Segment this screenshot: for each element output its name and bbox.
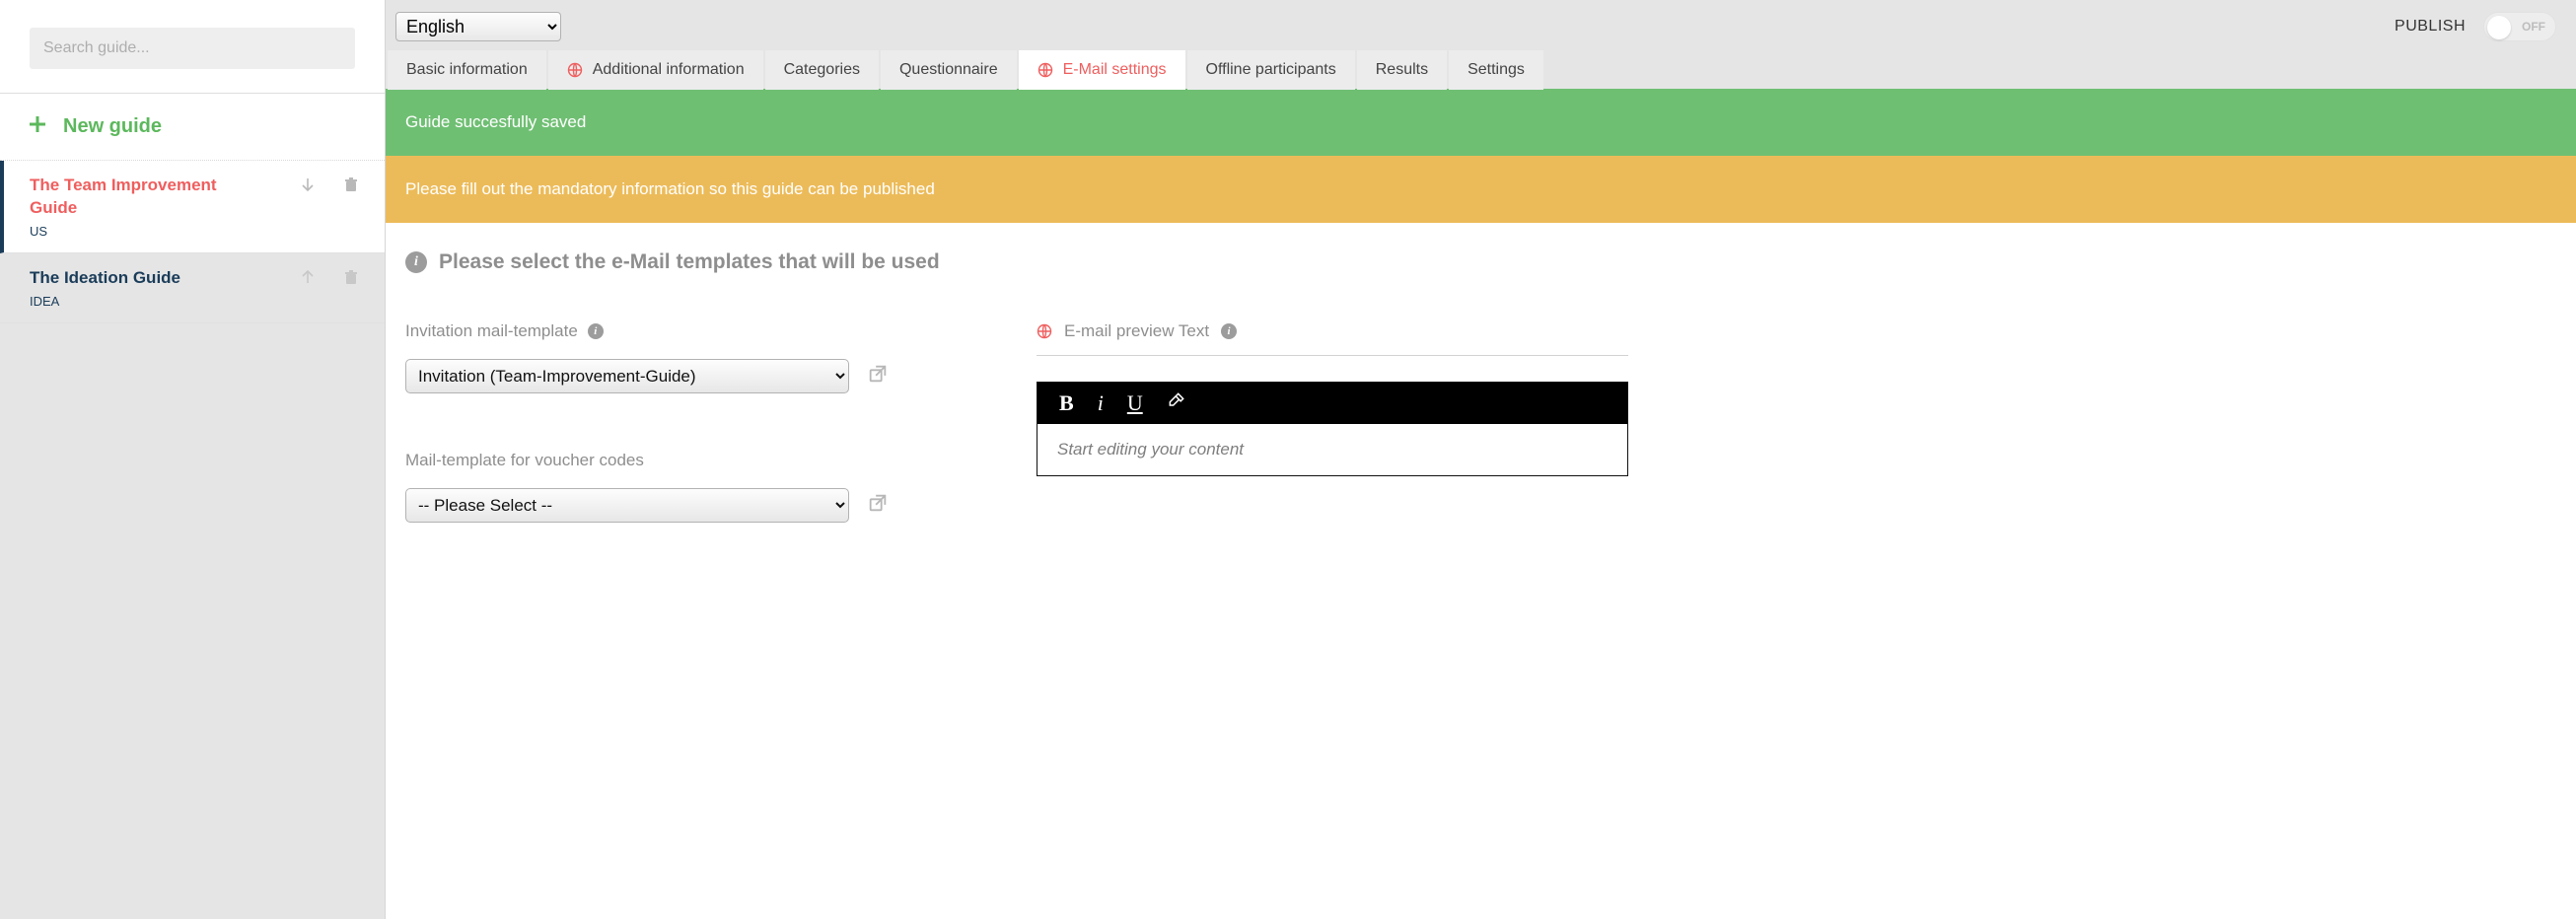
- invitation-template-select[interactable]: Invitation (Team-Improvement-Guide): [405, 359, 849, 393]
- email-settings-content: i Please select the e-Mail templates tha…: [386, 223, 2576, 919]
- rich-text-editor: B i U Start editing your content: [1037, 382, 1628, 476]
- new-guide-button[interactable]: New guide: [0, 94, 385, 161]
- guide-item[interactable]: The Team Improvement Guide US: [0, 161, 385, 253]
- toggle-text: OFF: [2522, 20, 2545, 34]
- editor-toolbar: B i U: [1038, 383, 1627, 424]
- sidebar: New guide The Team Improvement Guide US …: [0, 0, 386, 919]
- search-wrap: [30, 28, 355, 69]
- voucher-template-label: Mail-template for voucher codes: [405, 451, 918, 470]
- tab-categories[interactable]: Categories: [765, 50, 879, 90]
- voucher-template-select[interactable]: -- Please Select --: [405, 488, 849, 523]
- globe-icon: [1038, 62, 1053, 78]
- info-icon: i: [1221, 323, 1237, 339]
- eyedropper-button[interactable]: [1167, 390, 1186, 416]
- globe-icon: [1037, 323, 1052, 339]
- banner-warning: Please fill out the mandatory informatio…: [386, 156, 2576, 223]
- arrow-down-icon[interactable]: [300, 177, 316, 197]
- guide-item[interactable]: The Ideation Guide IDEA: [0, 253, 385, 323]
- plus-icon: [30, 115, 45, 138]
- section-heading: i Please select the e-Mail templates tha…: [405, 250, 2556, 274]
- tab-label: Questionnaire: [899, 61, 998, 79]
- tabs: Basic information Additional information…: [386, 49, 2576, 89]
- external-link-icon[interactable]: [867, 363, 889, 389]
- tab-results[interactable]: Results: [1357, 50, 1447, 90]
- new-guide-label: New guide: [63, 115, 162, 138]
- tab-label: Basic information: [406, 61, 528, 79]
- tab-label: Results: [1376, 61, 1428, 79]
- sidebar-search-area: [0, 0, 385, 94]
- globe-icon: [567, 62, 583, 78]
- guide-title: The Team Improvement Guide: [30, 175, 256, 220]
- underline-button[interactable]: U: [1127, 390, 1143, 416]
- main-area: English PUBLISH OFF Basic information Ad…: [386, 0, 2576, 919]
- external-link-icon[interactable]: [867, 492, 889, 519]
- info-icon: i: [405, 251, 427, 273]
- arrow-up-icon[interactable]: [300, 269, 316, 290]
- info-icon: i: [588, 323, 604, 339]
- tab-label: Additional information: [593, 61, 745, 79]
- trash-icon[interactable]: [343, 177, 359, 197]
- italic-button[interactable]: i: [1098, 390, 1104, 416]
- tab-basic-information[interactable]: Basic information: [388, 50, 546, 90]
- publish-toggle[interactable]: OFF: [2483, 12, 2556, 41]
- guide-title: The Ideation Guide: [30, 267, 256, 290]
- language-select[interactable]: English: [395, 12, 561, 41]
- tab-label: Offline participants: [1206, 61, 1336, 79]
- invitation-template-label: Invitation mail-template i: [405, 321, 918, 341]
- guide-list: The Team Improvement Guide US The Ideati…: [0, 161, 385, 323]
- publish-label: PUBLISH: [2395, 18, 2466, 35]
- tab-questionnaire[interactable]: Questionnaire: [881, 50, 1017, 90]
- guide-code: IDEA: [30, 294, 355, 309]
- tab-offline-participants[interactable]: Offline participants: [1187, 50, 1355, 90]
- topbar: English PUBLISH OFF: [386, 2, 2576, 49]
- section-heading-text: Please select the e-Mail templates that …: [439, 250, 940, 274]
- bold-button[interactable]: B: [1059, 390, 1074, 416]
- banner-success: Guide succesfully saved: [386, 89, 2576, 156]
- tab-email-settings[interactable]: E-Mail settings: [1019, 50, 1185, 90]
- tab-settings[interactable]: Settings: [1449, 50, 1543, 90]
- tab-label: Categories: [784, 61, 860, 79]
- guide-code: US: [30, 224, 355, 239]
- editor-body[interactable]: Start editing your content: [1038, 424, 1627, 475]
- tab-label: E-Mail settings: [1063, 61, 1167, 79]
- tab-label: Settings: [1467, 61, 1525, 79]
- trash-icon[interactable]: [343, 269, 359, 290]
- tab-additional-information[interactable]: Additional information: [548, 50, 763, 90]
- search-input[interactable]: [30, 28, 355, 69]
- email-preview-label: E-mail preview Text i: [1037, 321, 1628, 356]
